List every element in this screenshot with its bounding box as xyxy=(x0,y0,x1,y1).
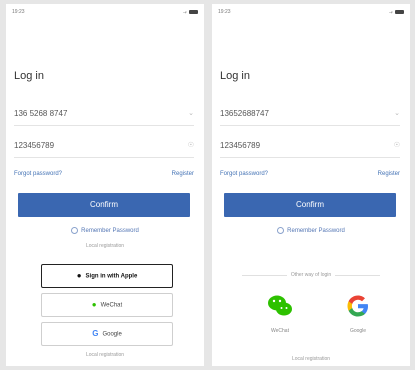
eye-icon[interactable]: ☉ xyxy=(394,141,400,149)
status-bar: 19:23 ...ᵢₗ xyxy=(6,4,204,20)
link-row: Forgot password? Register xyxy=(220,171,400,177)
password-value: 123456789 xyxy=(14,141,55,150)
phone-value: 13652688747 xyxy=(220,109,269,118)
divider-right xyxy=(335,275,380,276)
sign-in-with-apple-button[interactable]: ● Sign in with Apple xyxy=(41,264,173,288)
page-title: Log in xyxy=(220,70,250,82)
checkbox-icon[interactable] xyxy=(277,227,285,234)
google-icon: G xyxy=(92,329,99,338)
local-registration-text[interactable]: Local registration xyxy=(6,243,204,249)
signal-icon: ...ᵢₗ xyxy=(182,9,187,15)
phone-field[interactable]: 136 5268 8747 ⌄ xyxy=(14,105,194,126)
wechat-icon: ● xyxy=(91,300,97,309)
eye-icon[interactable]: ☉ xyxy=(188,141,194,149)
wechat-login[interactable]: WeChat xyxy=(250,292,310,334)
link-row: Forgot password? Register xyxy=(14,171,194,177)
apple-icon: ● xyxy=(76,271,82,280)
left-login-screen: 19:23 ...ᵢₗ Log in 136 5268 8747 ⌄ 12345… xyxy=(6,4,204,366)
google-login[interactable]: Google xyxy=(328,292,388,334)
remember-label: Remember Password xyxy=(287,228,345,235)
confirm-button[interactable]: Confirm xyxy=(224,193,396,217)
bottom-local-registration[interactable]: Local registration xyxy=(6,352,204,358)
bottom-local-registration[interactable]: Local registration xyxy=(212,356,410,362)
google-button[interactable]: G Google xyxy=(41,322,173,346)
forgot-password-link[interactable]: Forgot password? xyxy=(220,171,268,177)
wechat-label: WeChat xyxy=(271,328,289,334)
google-label: Google xyxy=(349,328,367,334)
page-title: Log in xyxy=(14,70,44,82)
password-value: 123456789 xyxy=(220,141,261,150)
google-icon xyxy=(347,295,368,317)
chevron-down-icon[interactable]: ⌄ xyxy=(394,109,400,117)
status-bar: 19:23 ...ᵢₗ xyxy=(212,4,410,20)
phone-value: 136 5268 8747 xyxy=(14,109,68,118)
remember-password[interactable]: Remember Password xyxy=(212,227,410,234)
forgot-password-link[interactable]: Forgot password? xyxy=(14,171,62,177)
wechat-label: WeChat xyxy=(100,302,123,309)
password-field[interactable]: 123456789 ☉ xyxy=(220,137,400,158)
confirm-button[interactable]: Confirm xyxy=(18,193,190,217)
battery-icon xyxy=(395,10,404,14)
remember-password[interactable]: Remember Password xyxy=(6,227,204,234)
status-time: 19:23 xyxy=(218,9,231,15)
other-login-label: Other way of login xyxy=(290,272,332,278)
register-link[interactable]: Register xyxy=(172,171,194,177)
google-label: Google xyxy=(102,331,122,338)
wechat-icon xyxy=(268,295,292,316)
wechat-button[interactable]: ● WeChat xyxy=(41,293,173,317)
register-link[interactable]: Register xyxy=(378,171,400,177)
battery-icon xyxy=(189,10,198,14)
chevron-down-icon[interactable]: ⌄ xyxy=(188,109,194,117)
remember-label: Remember Password xyxy=(81,228,139,235)
checkbox-icon[interactable] xyxy=(71,227,79,234)
signal-icon: ...ᵢₗ xyxy=(388,9,393,15)
phone-field[interactable]: 13652688747 ⌄ xyxy=(220,105,400,126)
right-login-screen: 19:23 ...ᵢₗ Log in 13652688747 ⌄ 1234567… xyxy=(212,4,410,366)
password-field[interactable]: 123456789 ☉ xyxy=(14,137,194,158)
status-time: 19:23 xyxy=(12,9,25,15)
apple-label: Sign in with Apple xyxy=(85,273,138,280)
